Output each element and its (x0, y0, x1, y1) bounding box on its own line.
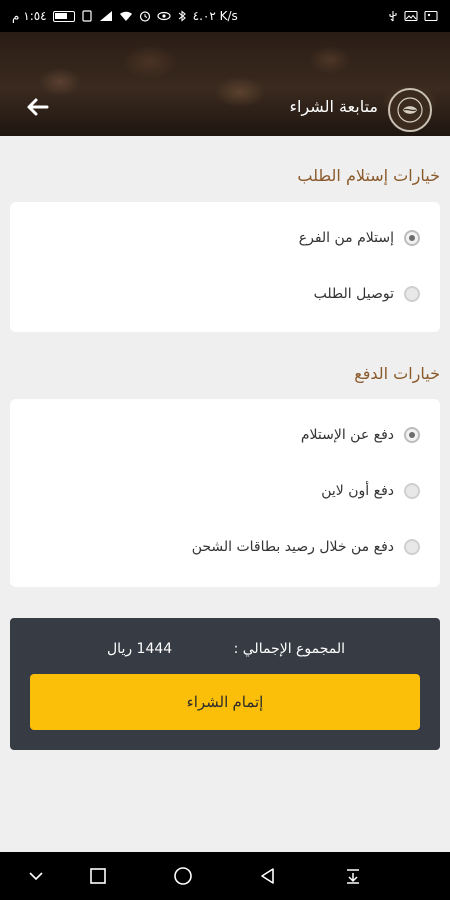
payment-section-title: خيارات الدفع (354, 364, 440, 383)
payment-option-card-balance[interactable]: دفع من خلال رصيد بطاقات الشحن (192, 539, 420, 555)
home-circle-icon (174, 867, 192, 885)
total-value: 1444 ريال (107, 641, 173, 657)
option-label: إستلام من الفرع (298, 230, 394, 246)
network-speed: ٤.٠٢ K/s (192, 9, 238, 23)
nav-recents-button[interactable] (86, 864, 110, 888)
coffee-logo-icon (397, 97, 423, 123)
radio-unselected-icon[interactable] (404, 539, 420, 555)
wifi-icon (119, 10, 133, 22)
bluetooth-icon (177, 10, 187, 22)
battery-icon (52, 10, 75, 22)
radio-unselected-icon[interactable] (404, 286, 420, 302)
nav-back-button[interactable] (256, 864, 280, 888)
radio-unselected-icon[interactable] (404, 483, 420, 499)
square-icon (90, 868, 106, 884)
payment-option-cash[interactable]: دفع عن الإستلام (301, 427, 420, 443)
brand-logo (388, 88, 432, 132)
back-button[interactable] (22, 92, 52, 122)
pickup-options-card: إستلام من الفرع توصيل الطلب (10, 202, 440, 332)
order-summary: المجموع الإجمالي : 1444 ريال إتمام الشرا… (10, 618, 440, 750)
status-left: ١:٥٤ م ٤.٠٢ K/s (12, 9, 238, 23)
nav-notifications-button[interactable] (341, 864, 365, 888)
payment-option-online[interactable]: دفع أون لاين (321, 483, 420, 499)
chevron-down-icon (29, 872, 43, 881)
status-time: ١:٥٤ م (12, 9, 47, 23)
image-icon (424, 10, 438, 22)
pickup-option-delivery[interactable]: توصيل الطلب (314, 286, 420, 302)
status-bar: ١:٥٤ م ٤.٠٢ K/s (0, 0, 450, 32)
payment-options-card: دفع عن الإستلام دفع أون لاين دفع من خلال… (10, 399, 440, 587)
alarm-icon (139, 10, 151, 22)
option-label: دفع من خلال رصيد بطاقات الشحن (191, 539, 394, 555)
nav-collapse-button[interactable] (24, 864, 48, 888)
radio-selected-icon[interactable] (404, 427, 420, 443)
system-nav-bar (0, 852, 450, 900)
signal-icon (99, 10, 113, 22)
eye-icon (157, 10, 171, 22)
pull-down-icon (347, 869, 359, 884)
status-right (388, 10, 438, 22)
option-label: دفع أون لاين (321, 483, 394, 499)
complete-purchase-button[interactable]: إتمام الشراء (30, 674, 420, 730)
option-label: دفع عن الإستلام (300, 427, 394, 443)
nav-home-button[interactable] (171, 864, 195, 888)
pickup-option-branch[interactable]: إستلام من الفرع (299, 230, 420, 246)
back-arrow-icon (27, 98, 49, 116)
triangle-back-icon (261, 868, 274, 884)
sim-icon (81, 10, 93, 22)
usb-icon (388, 10, 398, 22)
radio-selected-icon[interactable] (404, 230, 420, 246)
gallery-icon (404, 10, 418, 22)
total-label: المجموع الإجمالي : (233, 641, 345, 657)
option-label: توصيل الطلب (313, 286, 394, 302)
pickup-section-title: خيارات إستلام الطلب (297, 166, 440, 185)
page-title: متابعة الشراء (289, 97, 379, 116)
app-header: متابعة الشراء (0, 32, 450, 136)
